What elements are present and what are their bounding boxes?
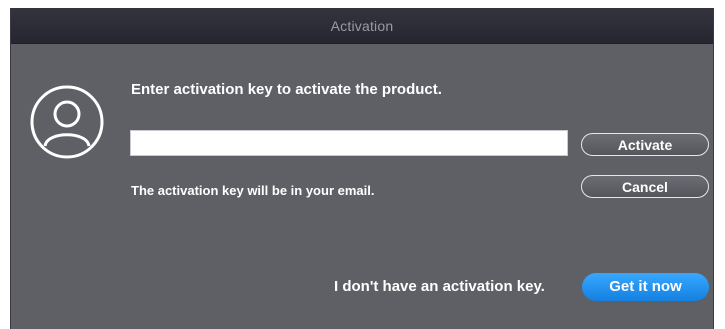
title-bar: Activation: [11, 8, 713, 44]
activation-prompt: Enter activation key to activate the pro…: [131, 81, 442, 98]
get-it-now-button[interactable]: Get it now: [582, 273, 709, 301]
activation-key-input[interactable]: [130, 130, 568, 156]
cancel-button[interactable]: Cancel: [581, 175, 709, 198]
activation-dialog: Activation Enter activation key to activ…: [10, 8, 714, 329]
activation-hint: The activation key will be in your email…: [131, 183, 375, 198]
window-title: Activation: [330, 17, 394, 34]
user-avatar-icon: [29, 84, 105, 160]
activate-button[interactable]: Activate: [581, 133, 709, 156]
no-key-text: I don't have an activation key.: [334, 278, 545, 295]
